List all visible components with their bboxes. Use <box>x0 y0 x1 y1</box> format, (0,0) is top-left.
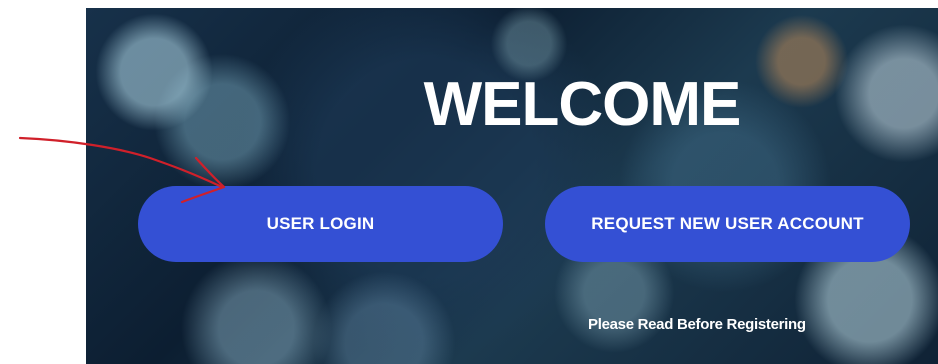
hero-banner: WELCOME USER LOGIN REQUEST NEW USER ACCO… <box>86 8 938 364</box>
registration-note-link[interactable]: Please Read Before Registering <box>588 316 806 333</box>
page: WELCOME USER LOGIN REQUEST NEW USER ACCO… <box>0 0 938 364</box>
request-account-button[interactable]: REQUEST NEW USER ACCOUNT <box>545 186 910 262</box>
welcome-heading: WELCOME <box>423 70 742 139</box>
user-login-button[interactable]: USER LOGIN <box>138 186 503 262</box>
